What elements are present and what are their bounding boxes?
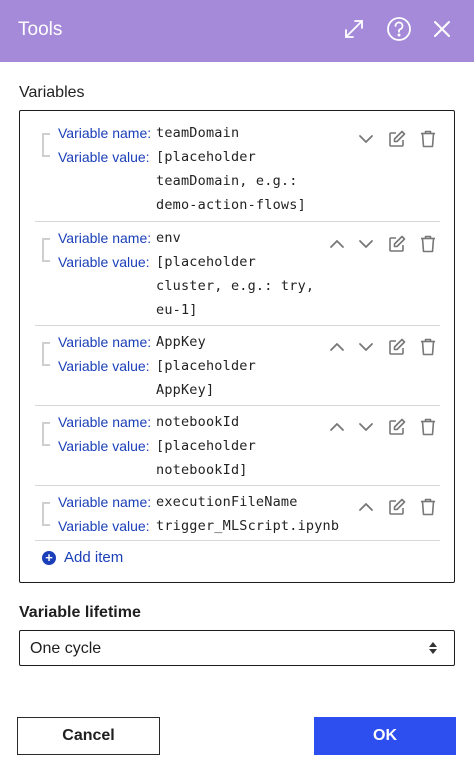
trash-icon[interactable] <box>417 336 439 358</box>
trash-icon[interactable] <box>417 416 439 438</box>
edit-icon[interactable] <box>386 233 408 255</box>
chevron-up-icon[interactable] <box>326 416 348 438</box>
variable-name-label: Variable name: <box>58 414 152 430</box>
chevron-down-icon[interactable] <box>355 416 377 438</box>
variable-name: notebookId <box>156 414 240 430</box>
add-item-button[interactable]: + Add item <box>42 549 123 566</box>
edit-icon[interactable] <box>386 336 408 358</box>
dialog-title: Tools <box>18 19 63 40</box>
select-value: One cycle <box>30 640 102 657</box>
variable-value-label: Variable value: <box>58 149 150 165</box>
variable-value-label: Variable value: <box>58 438 150 454</box>
trash-icon[interactable] <box>417 128 439 150</box>
trash-icon[interactable] <box>417 233 439 255</box>
trash-icon[interactable] <box>417 496 439 518</box>
variable-value: [placeholder notebookId] <box>156 438 256 478</box>
variable-name-label: Variable name: <box>58 230 152 246</box>
add-item-label: Add item <box>64 549 124 566</box>
chevron-down-icon[interactable] <box>355 128 377 150</box>
variable-value: [placeholder AppKey] <box>156 358 256 398</box>
drag-handle[interactable] <box>42 238 50 262</box>
edit-icon[interactable] <box>386 416 408 438</box>
chevron-up-icon[interactable] <box>355 496 377 518</box>
variable-name-label: Variable name: <box>58 494 152 510</box>
drag-handle[interactable] <box>42 133 50 157</box>
expand-icon[interactable] <box>341 16 367 42</box>
plus-circle-icon: + <box>42 550 56 565</box>
help-icon[interactable] <box>386 16 412 42</box>
variables-label: Variables <box>19 84 85 101</box>
variable-value: trigger_MLScript.ipynb <box>156 518 340 534</box>
variable-value-label: Variable value: <box>58 358 150 374</box>
variable-value: [placeholder cluster, e.g.: try, eu-1] <box>156 254 315 318</box>
variable-lifetime-select[interactable]: One cycle <box>19 630 455 666</box>
list-item: Variable name: teamDomain Variable value… <box>35 117 440 222</box>
variables-list: Variable name: teamDomain Variable value… <box>19 110 455 583</box>
list-item: Variable name: AppKey Variable value: [p… <box>35 326 440 406</box>
variable-value-label: Variable value: <box>58 254 150 270</box>
list-item: Variable name: notebookId Variable value… <box>35 406 440 486</box>
ok-button[interactable]: OK <box>314 717 456 755</box>
close-icon[interactable] <box>429 16 455 42</box>
drag-handle[interactable] <box>42 342 50 366</box>
list-item: Variable name: env Variable value: [plac… <box>35 222 440 326</box>
chevron-down-icon[interactable] <box>355 233 377 255</box>
chevron-down-icon[interactable] <box>355 336 377 358</box>
chevron-up-icon[interactable] <box>326 233 348 255</box>
cancel-button[interactable]: Cancel <box>17 717 160 755</box>
edit-icon[interactable] <box>386 128 408 150</box>
list-item: Variable name: executionFileName Variabl… <box>35 486 440 541</box>
variable-name: executionFileName <box>156 494 298 510</box>
drag-handle[interactable] <box>42 422 50 446</box>
variable-name: teamDomain <box>156 125 240 141</box>
variable-name-label: Variable name: <box>58 334 152 350</box>
variable-value: [placeholder teamDomain, e.g.: demo-action… <box>156 149 306 213</box>
variable-value-label: Variable value: <box>58 518 150 534</box>
sort-arrows-icon <box>428 640 438 661</box>
drag-handle[interactable] <box>42 502 50 526</box>
dialog-header: Tools <box>0 0 474 62</box>
edit-icon[interactable] <box>386 496 408 518</box>
variable-lifetime-label: Variable lifetime <box>19 604 141 621</box>
chevron-up-icon[interactable] <box>326 336 348 358</box>
variable-name: env <box>156 230 181 246</box>
variable-name-label: Variable name: <box>58 125 152 141</box>
variable-name: AppKey <box>156 334 206 350</box>
